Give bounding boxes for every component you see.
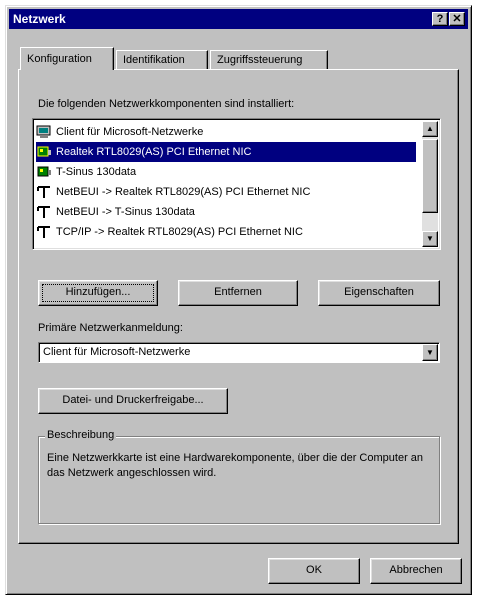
ok-button[interactable]: OK [268, 558, 360, 584]
list-item-label: NetBEUI -> T-Sinus 130data [56, 206, 195, 218]
description-title: Beschreibung [45, 429, 117, 441]
scroll-thumb[interactable] [422, 139, 438, 213]
list-item[interactable]: TCP/IP -> Realtek RTL8029(AS) PCI Ethern… [36, 222, 416, 242]
protocol-icon [36, 205, 52, 219]
primary-logon-label: Primäre Netzwerkanmeldung: [38, 322, 183, 334]
tab-konfiguration[interactable]: Konfiguration [20, 47, 114, 70]
tab-identifikation[interactable]: Identifikation [116, 50, 208, 70]
list-item-label: NetBEUI -> Realtek RTL8029(AS) PCI Ether… [56, 186, 311, 198]
tab-zugriffssteuerung[interactable]: Zugriffssteuerung [210, 50, 328, 70]
list-item-label: Client für Microsoft-Netzwerke [56, 126, 204, 138]
primary-logon-value: Client für Microsoft-Netzwerke [43, 346, 191, 358]
file-printer-sharing-button[interactable]: Datei- und Druckerfreigabe... [38, 388, 228, 414]
help-button[interactable]: ? [432, 12, 448, 26]
list-item[interactable]: Client für Microsoft-Netzwerke [36, 122, 416, 142]
network-card-icon [36, 145, 52, 159]
dropdown-arrow-icon[interactable]: ▼ [422, 344, 438, 361]
components-list[interactable]: Client für Microsoft-Netzwerke Realtek R… [32, 118, 441, 250]
remove-button[interactable]: Entfernen [178, 280, 298, 306]
description-groupbox: Beschreibung Eine Netzwerkkarte ist eine… [38, 429, 440, 524]
protocol-icon [36, 225, 52, 239]
list-scrollbar[interactable]: ▲ ▼ [422, 121, 438, 247]
list-item-label: TCP/IP -> Realtek RTL8029(AS) PCI Ethern… [56, 226, 303, 238]
components-label: Die folgenden Netzwerkkomponenten sind i… [38, 98, 295, 110]
list-item[interactable]: T-Sinus 130data [36, 162, 416, 182]
add-button[interactable]: Hinzufügen... [38, 280, 158, 306]
cancel-button[interactable]: Abbrechen [370, 558, 462, 584]
network-card-icon [36, 165, 52, 179]
window-title: Netzwerk [13, 12, 66, 26]
list-item[interactable]: NetBEUI -> T-Sinus 130data [36, 202, 416, 222]
title-bar[interactable]: Netzwerk ? ✕ [9, 9, 468, 29]
scroll-down-arrow-icon[interactable]: ▼ [422, 231, 438, 247]
properties-button[interactable]: Eigenschaften [318, 280, 440, 306]
description-text: Eine Netzwerkkarte ist eine Hardwarekomp… [47, 452, 424, 479]
protocol-icon [36, 185, 52, 199]
scroll-up-arrow-icon[interactable]: ▲ [422, 121, 438, 137]
list-item-label: Realtek RTL8029(AS) PCI Ethernet NIC [56, 146, 252, 158]
primary-logon-select[interactable]: Client für Microsoft-Netzwerke ▼ [38, 342, 440, 363]
list-item[interactable]: NetBEUI -> Realtek RTL8029(AS) PCI Ether… [36, 182, 416, 202]
close-button[interactable]: ✕ [449, 12, 465, 26]
client-icon [36, 125, 52, 139]
list-item[interactable]: Realtek RTL8029(AS) PCI Ethernet NIC [36, 142, 416, 162]
list-item-label: T-Sinus 130data [56, 166, 137, 178]
